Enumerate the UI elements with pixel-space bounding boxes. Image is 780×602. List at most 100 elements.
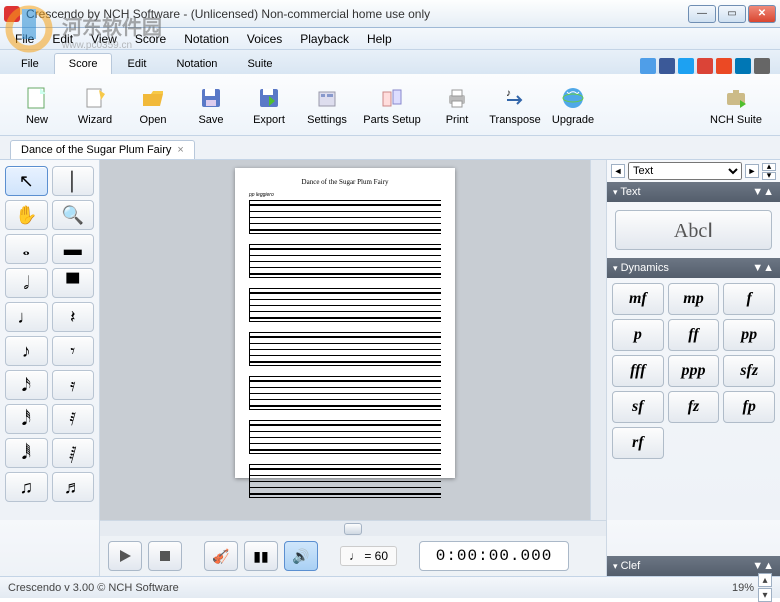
app-icon bbox=[4, 6, 20, 22]
panel-next-button[interactable]: ► bbox=[745, 164, 759, 178]
linkedin-icon[interactable] bbox=[735, 58, 751, 74]
tempo-display[interactable]: ♩ = 60 bbox=[340, 546, 397, 566]
toolbar-open-button[interactable]: Open bbox=[124, 77, 182, 133]
dynamic-fp-button[interactable]: fp bbox=[723, 391, 775, 423]
eighth-rest[interactable]: 𝄾 bbox=[52, 336, 95, 366]
section-header-dynamics[interactable]: ▾ Dynamics ▼▲ bbox=[607, 258, 780, 278]
menu-playback[interactable]: Playback bbox=[291, 30, 358, 48]
add-text-button[interactable]: AbcⅠ bbox=[615, 210, 772, 250]
share-icon[interactable] bbox=[754, 58, 770, 74]
google-plus-icon[interactable] bbox=[697, 58, 713, 74]
dynamic-p-button[interactable]: p bbox=[612, 319, 664, 351]
dynamic-f-button[interactable]: f bbox=[723, 283, 775, 315]
toolbar-export-button[interactable]: Export bbox=[240, 77, 298, 133]
zoom-control: 19% ▴ ▾ bbox=[732, 573, 772, 602]
dynamic-sfz-button[interactable]: sfz bbox=[723, 355, 775, 387]
pointer-tool[interactable]: ↖ bbox=[5, 166, 48, 196]
panel-down-icon[interactable]: ▾ bbox=[762, 172, 776, 180]
menu-view[interactable]: View bbox=[82, 30, 126, 48]
sixteenth-rest[interactable]: 𝄿 bbox=[52, 370, 95, 400]
score-canvas[interactable]: Dance of the Sugar Plum Fairy pp leggier… bbox=[100, 160, 590, 520]
sixtyfourth-rest[interactable]: 𝅁 bbox=[52, 438, 95, 468]
quarter-note[interactable]: ♩ bbox=[5, 302, 48, 332]
timecode-display: 0:00:00.000 bbox=[419, 541, 569, 571]
toolbar-wizard-button[interactable]: Wizard bbox=[66, 77, 124, 133]
document-tab[interactable]: Dance of the Sugar Plum Fairy × bbox=[10, 140, 195, 159]
dynamic-sf-button[interactable]: sf bbox=[612, 391, 664, 423]
zoom-tool[interactable]: 🔍 bbox=[52, 200, 95, 230]
beam-group-4[interactable]: ♬ bbox=[52, 472, 95, 502]
instruments-button[interactable]: 🎻 bbox=[204, 541, 238, 571]
wizard-icon bbox=[81, 84, 109, 112]
metronome-button[interactable]: ▮▮ bbox=[244, 541, 278, 571]
score-page: Dance of the Sugar Plum Fairy pp leggier… bbox=[235, 168, 455, 478]
whole-rest[interactable]: ▬ bbox=[52, 234, 95, 264]
dynamic-rf-button[interactable]: rf bbox=[612, 427, 664, 459]
close-button[interactable]: ✕ bbox=[748, 5, 776, 23]
quarter-rest[interactable]: 𝄽 bbox=[52, 302, 95, 332]
dynamic-mf-button[interactable]: mf bbox=[612, 283, 664, 315]
vertical-scrollbar[interactable] bbox=[590, 160, 606, 520]
toolbar-print-button[interactable]: Print bbox=[428, 77, 486, 133]
toolbar-settings-button[interactable]: Settings bbox=[298, 77, 356, 133]
barline-tool[interactable]: │ bbox=[52, 166, 95, 196]
panel-prev-button[interactable]: ◄ bbox=[611, 164, 625, 178]
eighth-note[interactable]: ♪ bbox=[5, 336, 48, 366]
settings-icon bbox=[313, 84, 341, 112]
ribbon-tab-score[interactable]: Score bbox=[54, 53, 113, 74]
dynamic-ff-button[interactable]: ff bbox=[668, 319, 720, 351]
titlebar: Crescendo by NCH Software - (Unlicensed)… bbox=[0, 0, 780, 28]
beam-group[interactable]: ♫ bbox=[5, 472, 48, 502]
zoom-out-button[interactable]: ▾ bbox=[758, 588, 772, 602]
minimize-button[interactable]: — bbox=[688, 5, 716, 23]
ribbon-tab-edit[interactable]: Edit bbox=[112, 53, 161, 74]
menu-notation[interactable]: Notation bbox=[175, 30, 238, 48]
audio-output-button[interactable]: 🔊 bbox=[284, 541, 318, 571]
suite-icon bbox=[722, 84, 750, 112]
facebook-icon[interactable] bbox=[659, 58, 675, 74]
menu-help[interactable]: Help bbox=[358, 30, 401, 48]
panel-category-select[interactable]: Text bbox=[628, 162, 742, 180]
toolbar-transpose-button[interactable]: ♪Transpose bbox=[486, 77, 544, 133]
play-button[interactable] bbox=[108, 541, 142, 571]
thumbs-up-icon[interactable] bbox=[640, 58, 656, 74]
thirtysecond-note[interactable]: 𝅘𝅥𝅰 bbox=[5, 404, 48, 434]
zoom-value: 19% bbox=[732, 582, 754, 594]
toolbar-new-button[interactable]: New bbox=[8, 77, 66, 133]
hand-tool[interactable]: ✋ bbox=[5, 200, 48, 230]
ribbon-tab-suite[interactable]: Suite bbox=[232, 53, 287, 74]
ribbon-tab-notation[interactable]: Notation bbox=[161, 53, 232, 74]
maximize-button[interactable]: ▭ bbox=[718, 5, 746, 23]
menu-voices[interactable]: Voices bbox=[238, 30, 291, 48]
ribbon-tab-file[interactable]: File bbox=[6, 53, 54, 74]
menu-score[interactable]: Score bbox=[126, 30, 175, 48]
toolbar-save-button[interactable]: Save bbox=[182, 77, 240, 133]
toolbar-parts-setup-button[interactable]: Parts Setup bbox=[356, 77, 428, 133]
dynamic-fz-button[interactable]: fz bbox=[668, 391, 720, 423]
zoom-in-button[interactable]: ▴ bbox=[758, 573, 772, 587]
thirtysecond-rest[interactable]: 𝅀 bbox=[52, 404, 95, 434]
dynamic-mp-button[interactable]: mp bbox=[668, 283, 720, 315]
section-header-text[interactable]: ▾ Text ▼▲ bbox=[607, 182, 780, 202]
half-note[interactable]: 𝅗𝅥 bbox=[5, 268, 48, 298]
toolbar-upgrade-button[interactable]: Upgrade bbox=[544, 77, 602, 133]
ribbon-tabs: FileScoreEditNotationSuite bbox=[0, 50, 780, 74]
half-rest[interactable]: ▀ bbox=[52, 268, 95, 298]
horizontal-scrollbar[interactable] bbox=[100, 520, 606, 536]
twitter-icon[interactable] bbox=[678, 58, 694, 74]
stumbleupon-icon[interactable] bbox=[716, 58, 732, 74]
stop-button[interactable] bbox=[148, 541, 182, 571]
dynamic-fff-button[interactable]: fff bbox=[612, 355, 664, 387]
whole-note[interactable]: 𝅝 bbox=[5, 234, 48, 264]
menu-file[interactable]: File bbox=[6, 30, 43, 48]
close-tab-icon[interactable]: × bbox=[177, 144, 183, 156]
sixteenth-note[interactable]: 𝅘𝅥𝅯 bbox=[5, 370, 48, 400]
toolbar-nch-suite-button[interactable]: NCH Suite bbox=[700, 77, 772, 133]
score-title: Dance of the Sugar Plum Fairy bbox=[249, 178, 441, 186]
tool-palette: ↖│✋🔍𝅝▬𝅗𝅥▀♩𝄽♪𝄾𝅘𝅥𝅯𝄿𝅘𝅥𝅰𝅀𝅘𝅥𝅱𝅁♫♬ bbox=[0, 160, 100, 520]
dynamic-pp-button[interactable]: pp bbox=[723, 319, 775, 351]
playback-bar: 🎻 ▮▮ 🔊 ♩ = 60 0:00:00.000 bbox=[100, 536, 606, 576]
sixtyfourth-note[interactable]: 𝅘𝅥𝅱 bbox=[5, 438, 48, 468]
menu-edit[interactable]: Edit bbox=[43, 30, 82, 48]
dynamic-ppp-button[interactable]: ppp bbox=[668, 355, 720, 387]
